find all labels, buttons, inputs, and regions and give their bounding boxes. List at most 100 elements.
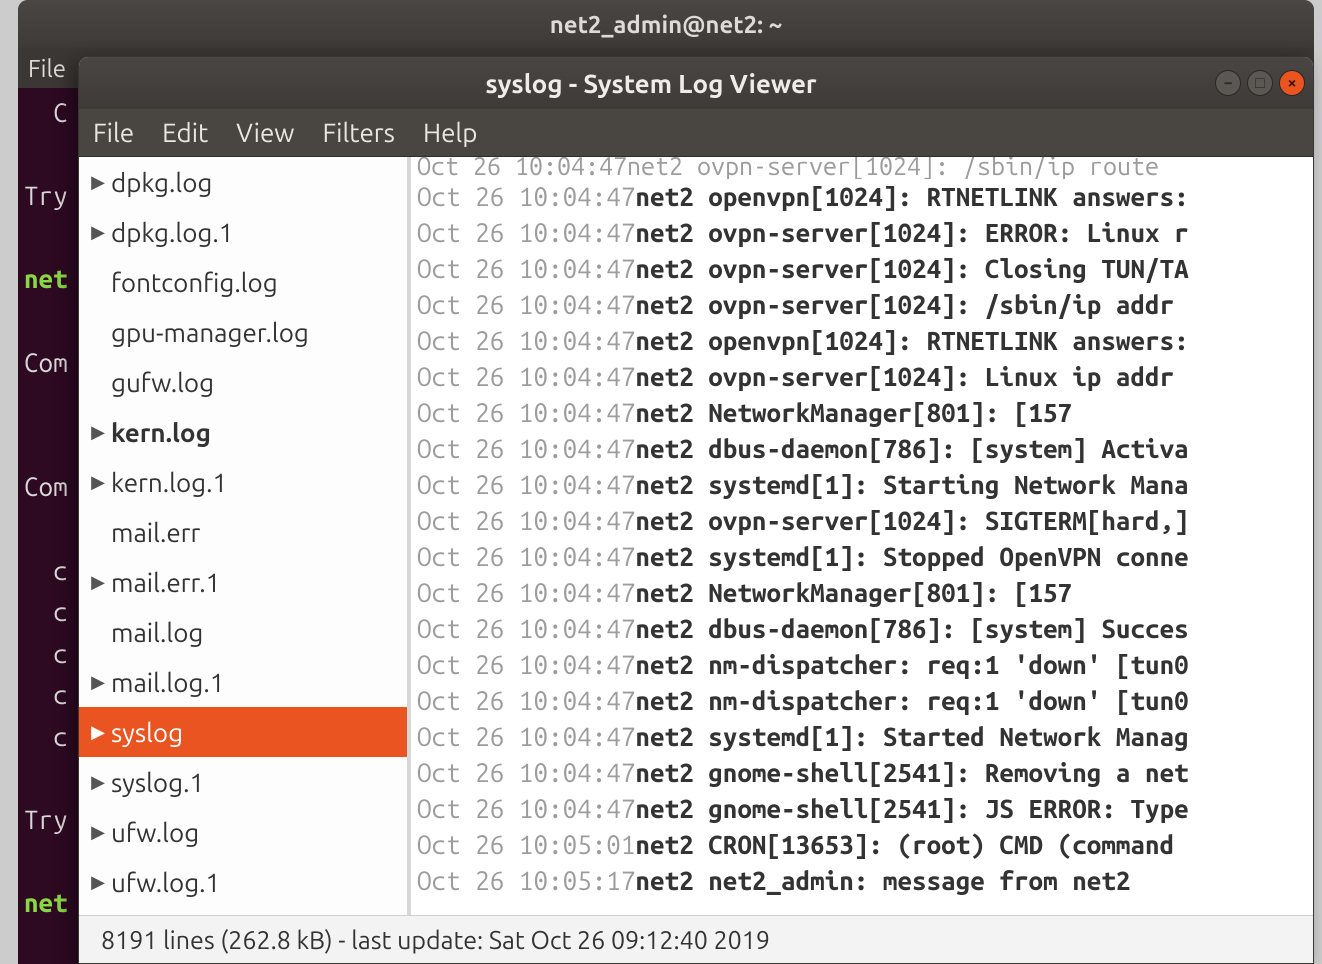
expand-icon[interactable]: ▶	[89, 172, 107, 193]
logfile-item-syslog-1[interactable]: ▶syslog.1	[79, 757, 407, 807]
terminal-titlebar: net2_admin@net2: ~	[18, 0, 1314, 48]
logfile-item-syslog[interactable]: ▶syslog	[79, 707, 407, 757]
log-timestamp: Oct 26 10:04:47	[417, 215, 635, 251]
log-row[interactable]: Oct 26 10:04:47 net2 NetworkManager[801]…	[417, 575, 1313, 611]
maximize-icon: □	[1255, 74, 1265, 93]
log-message: net2 dbus-daemon[786]: [system] Succes	[635, 611, 1188, 647]
logfile-label: syslog.1	[111, 768, 204, 797]
logfile-item-mail-err-1[interactable]: ▶mail.err.1	[79, 557, 407, 607]
log-row[interactable]: Oct 26 10:04:47 net2 openvpn[1024]: RTNE…	[417, 179, 1313, 215]
logfile-label: mail.log.1	[111, 668, 224, 697]
log-timestamp: Oct 26 10:05:01	[417, 827, 635, 863]
logfile-item-ufw-log-1[interactable]: ▶ufw.log.1	[79, 857, 407, 907]
logfile-item-ufw-log[interactable]: ▶ufw.log	[79, 807, 407, 857]
menu-file[interactable]: File	[93, 118, 134, 147]
logfile-label: ufw.log.1	[111, 868, 220, 897]
close-button[interactable]: ×	[1279, 70, 1305, 96]
log-row[interactable]: Oct 26 10:04:47 net2 gnome-shell[2541]: …	[417, 755, 1313, 791]
menu-filters[interactable]: Filters	[322, 118, 394, 147]
log-message: net2 ovpn-server[1024]: Closing TUN/TA	[635, 251, 1188, 287]
log-timestamp: Oct 26 10:04:47	[417, 359, 635, 395]
log-timestamp: Oct 26 10:04:47	[417, 647, 635, 683]
logfile-item-kern-log-1[interactable]: ▶kern.log.1	[79, 457, 407, 507]
log-timestamp: Oct 26 10:04:47	[417, 395, 635, 431]
log-row[interactable]: Oct 26 10:04:47 net2 dbus-daemon[786]: […	[417, 611, 1313, 647]
log-message: net2 openvpn[1024]: RTNETLINK answers:	[635, 323, 1188, 359]
log-content[interactable]: Oct 26 10:04:47 net2 ovpn-server[1024]: …	[411, 157, 1313, 915]
menu-view[interactable]: View	[236, 118, 294, 147]
log-row[interactable]: Oct 26 10:04:47 net2 ovpn-server[1024]: …	[417, 503, 1313, 539]
expand-icon[interactable]: ▶	[89, 822, 107, 843]
logfile-label: fontconfig.log	[111, 268, 278, 297]
expand-icon[interactable]: ▶	[89, 772, 107, 793]
log-message: net2 systemd[1]: Started Network Manag	[635, 719, 1188, 755]
logfile-item-mail-log-1[interactable]: ▶mail.log.1	[79, 657, 407, 707]
log-timestamp: Oct 26 10:04:47	[417, 755, 635, 791]
logfile-label: gufw.log	[111, 368, 214, 397]
window-title: syslog - System Log Viewer	[87, 69, 1215, 98]
log-message: net2 gnome-shell[2541]: JS ERROR: Type	[635, 791, 1188, 827]
expand-icon[interactable]: ▶	[89, 872, 107, 893]
log-row: Oct 26 10:04:47 net2 ovpn-server[1024]: …	[417, 157, 1313, 179]
minimize-button[interactable]: −	[1215, 70, 1241, 96]
log-timestamp: Oct 26 10:04:47	[417, 611, 635, 647]
logfile-label: mail.log	[111, 618, 203, 647]
log-row[interactable]: Oct 26 10:04:47 net2 nm-dispatcher: req:…	[417, 683, 1313, 719]
log-row[interactable]: Oct 26 10:04:47 net2 ovpn-server[1024]: …	[417, 251, 1313, 287]
log-viewer-titlebar[interactable]: syslog - System Log Viewer − □ ×	[79, 57, 1313, 109]
log-row[interactable]: Oct 26 10:04:47 net2 ovpn-server[1024]: …	[417, 359, 1313, 395]
logfile-item-mail-log[interactable]: ▶mail.log	[79, 607, 407, 657]
log-timestamp: Oct 26 10:04:47	[417, 431, 635, 467]
logfile-item-gpu-manager-log[interactable]: ▶gpu-manager.log	[79, 307, 407, 357]
log-row[interactable]: Oct 26 10:05:17 net2 net2_admin: message…	[417, 863, 1313, 899]
logfile-label: kern.log.1	[111, 468, 227, 497]
log-row[interactable]: Oct 26 10:04:47 net2 openvpn[1024]: RTNE…	[417, 323, 1313, 359]
expand-icon[interactable]: ▶	[89, 222, 107, 243]
log-row[interactable]: Oct 26 10:04:47 net2 dbus-daemon[786]: […	[417, 431, 1313, 467]
log-timestamp: Oct 26 10:04:47	[417, 323, 635, 359]
expand-icon[interactable]: ▶	[89, 672, 107, 693]
expand-icon[interactable]: ▶	[89, 722, 107, 743]
logfile-label: mail.err	[111, 518, 200, 547]
log-message: net2 systemd[1]: Starting Network Mana	[635, 467, 1188, 503]
log-timestamp: Oct 26 10:04:47	[417, 157, 627, 179]
logfile-item-kern-log[interactable]: ▶kern.log	[79, 407, 407, 457]
log-row[interactable]: Oct 26 10:04:47 net2 ovpn-server[1024]: …	[417, 287, 1313, 323]
log-timestamp: Oct 26 10:04:47	[417, 683, 635, 719]
log-message: net2 net2_admin: message from net2	[635, 863, 1130, 899]
status-text: 8191 lines (262.8 kB) - last update: Sat…	[101, 926, 770, 954]
expand-icon[interactable]: ▶	[89, 422, 107, 443]
log-row[interactable]: Oct 26 10:04:47 net2 systemd[1]: Stopped…	[417, 539, 1313, 575]
log-message: net2 ovpn-server[1024]: SIGTERM[hard,]	[635, 503, 1188, 539]
log-message: net2 systemd[1]: Stopped OpenVPN conne	[635, 539, 1188, 575]
log-message: net2 NetworkManager[801]: [157	[635, 395, 1072, 431]
menu-help[interactable]: Help	[423, 118, 478, 147]
logfile-label: gpu-manager.log	[111, 318, 309, 347]
log-row[interactable]: Oct 26 10:04:47 net2 nm-dispatcher: req:…	[417, 647, 1313, 683]
log-message: net2 ovpn-server[1024]: /sbin/ip route	[627, 157, 1159, 179]
menu-edit[interactable]: Edit	[162, 118, 208, 147]
log-row[interactable]: Oct 26 10:04:47 net2 NetworkManager[801]…	[417, 395, 1313, 431]
logfile-item-gufw-log[interactable]: ▶gufw.log	[79, 357, 407, 407]
menubar: File Edit View Filters Help	[79, 109, 1313, 157]
log-row[interactable]: Oct 26 10:04:47 net2 systemd[1]: Startin…	[417, 467, 1313, 503]
log-message: net2 ovpn-server[1024]: ERROR: Linux r	[635, 215, 1188, 251]
logfile-item-dpkg-log[interactable]: ▶dpkg.log	[79, 157, 407, 207]
maximize-button[interactable]: □	[1247, 70, 1273, 96]
terminal-menu-file[interactable]: File	[28, 55, 66, 82]
log-message: net2 ovpn-server[1024]: /sbin/ip addr	[635, 287, 1174, 323]
log-file-sidebar[interactable]: ▶dpkg.log▶dpkg.log.1▶fontconfig.log▶gpu-…	[79, 157, 411, 915]
logfile-item-dpkg-log-1[interactable]: ▶dpkg.log.1	[79, 207, 407, 257]
log-row[interactable]: Oct 26 10:04:47 net2 ovpn-server[1024]: …	[417, 215, 1313, 251]
logfile-label: dpkg.log	[111, 168, 212, 197]
log-timestamp: Oct 26 10:04:47	[417, 575, 635, 611]
expand-icon[interactable]: ▶	[89, 572, 107, 593]
expand-icon[interactable]: ▶	[89, 472, 107, 493]
log-row[interactable]: Oct 26 10:04:47 net2 systemd[1]: Started…	[417, 719, 1313, 755]
log-row[interactable]: Oct 26 10:04:47 net2 gnome-shell[2541]: …	[417, 791, 1313, 827]
log-message: net2 openvpn[1024]: RTNETLINK answers:	[635, 179, 1188, 215]
logfile-item-mail-err[interactable]: ▶mail.err	[79, 507, 407, 557]
window-controls: − □ ×	[1215, 70, 1305, 96]
log-row[interactable]: Oct 26 10:05:01 net2 CRON[13653]: (root)…	[417, 827, 1313, 863]
logfile-item-fontconfig-log[interactable]: ▶fontconfig.log	[79, 257, 407, 307]
